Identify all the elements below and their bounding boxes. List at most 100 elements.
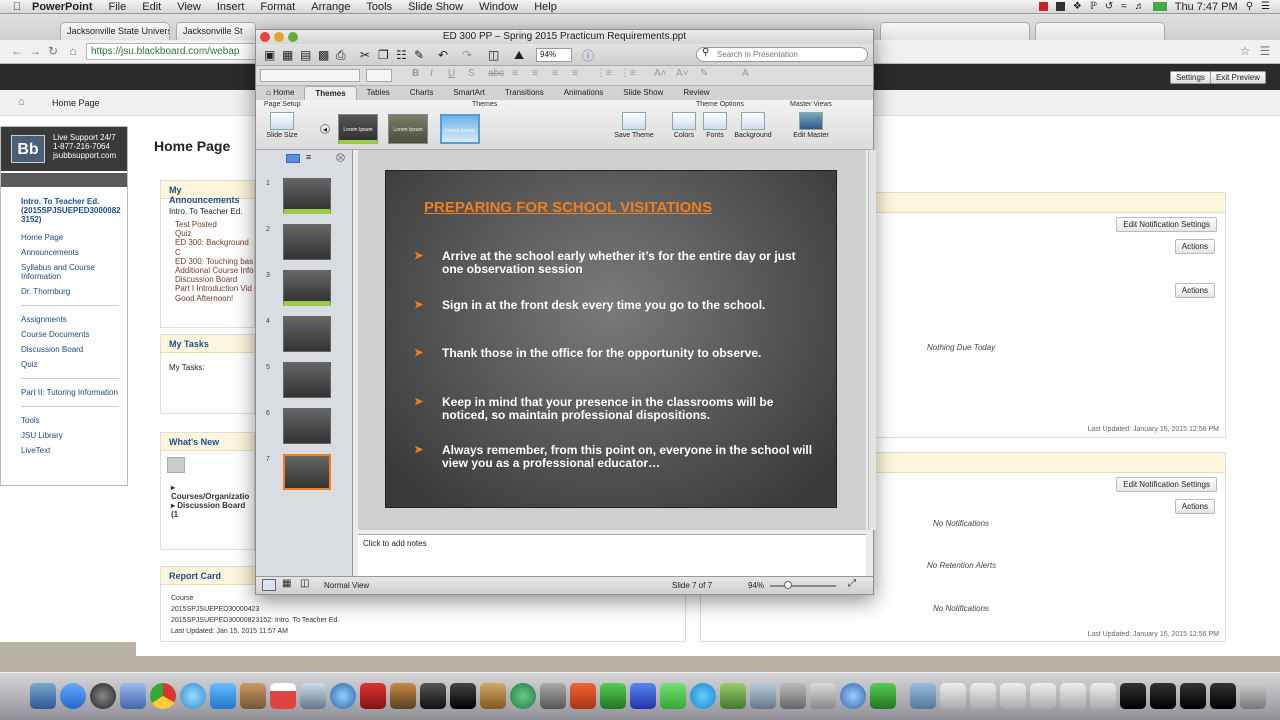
slide-bullet[interactable]: ➤ Arrive at the school early whether it’s… [414, 250, 814, 276]
close-window-icon[interactable] [260, 32, 270, 42]
cut-icon[interactable]: ✂ [360, 48, 370, 62]
app-icon[interactable] [870, 683, 896, 709]
bold-icon[interactable]: B [412, 68, 419, 79]
edit-notification-settings-button[interactable]: Edit Notification Settings [1116, 477, 1217, 492]
slideshow-icon[interactable]: ◫ [300, 578, 309, 589]
slide-thumbnail-3[interactable] [283, 270, 331, 306]
stack-icon[interactable] [970, 683, 996, 709]
slide-thumbnail-7[interactable] [283, 454, 331, 490]
menu-window[interactable]: Window [471, 0, 526, 14]
preview-icon[interactable] [120, 683, 146, 709]
stack-icon[interactable] [1060, 683, 1086, 709]
menu-file[interactable]: File [101, 0, 135, 14]
close-pane-icon[interactable]: ⨂ [336, 152, 345, 163]
powerpoint-icon[interactable] [570, 683, 596, 709]
redo-icon[interactable]: ↷ [462, 48, 472, 62]
highlight-icon[interactable]: ✎ [700, 68, 708, 79]
notes-pane[interactable]: Click to add notes [358, 534, 866, 576]
browser-menu-icon[interactable]: ☰ [1258, 44, 1272, 58]
align-left-icon[interactable]: ≡ [512, 68, 518, 79]
status-app-icon[interactable] [1038, 2, 1048, 11]
dropbox-icon[interactable]: ❖ [1073, 1, 1082, 12]
menu-insert[interactable]: Insert [209, 0, 253, 14]
home-icon[interactable]: ⌂ [18, 96, 25, 108]
menu-view[interactable]: View [169, 0, 209, 14]
background-button[interactable]: Background [732, 112, 774, 139]
wifi-icon[interactable]: ≈ [1121, 1, 1127, 12]
browser-tab[interactable] [1035, 22, 1165, 40]
support-line[interactable]: jsubbsupport.com [53, 151, 116, 160]
zoom-window-icon[interactable] [288, 32, 298, 42]
notification-center-icon[interactable]: ☰ [1261, 1, 1270, 12]
slide-thumbnail-5[interactable] [283, 362, 331, 398]
minimized-window-icon[interactable] [1150, 683, 1176, 709]
announcement-item[interactable]: Test Posted [161, 220, 254, 229]
print-icon[interactable]: ⎙ [336, 48, 346, 63]
tab-charts[interactable]: Charts [400, 86, 444, 100]
edit-master-button[interactable]: Edit Master [790, 112, 832, 139]
format-painter-icon[interactable]: ✎ [414, 48, 424, 62]
font-color-icon[interactable]: A [742, 68, 749, 79]
finder-icon[interactable] [30, 683, 56, 709]
slides-icon[interactable]: ◫ [488, 48, 499, 62]
app-icon[interactable] [750, 683, 776, 709]
app-icon[interactable] [810, 683, 836, 709]
forward-icon[interactable]: → [28, 44, 42, 58]
bookmark-star-icon[interactable]: ☆ [1238, 44, 1252, 58]
save-icon[interactable]: ▩ [318, 48, 329, 62]
save-theme-button[interactable]: Save Theme [612, 112, 656, 139]
applications-folder-icon[interactable] [910, 683, 936, 709]
nav-discussion-board[interactable]: Discussion Board [21, 342, 127, 357]
nav-syllabus[interactable]: Syllabus and Course Information [21, 263, 127, 281]
report-card-line[interactable]: 2015SPJSUEPED30000823152: Intro. To Teac… [171, 615, 339, 626]
spotlight-icon[interactable]: ⚲ [1246, 1, 1253, 12]
app-icon[interactable] [840, 683, 866, 709]
vertical-scrollbar[interactable] [868, 150, 876, 530]
menu-tools[interactable]: Tools [358, 0, 400, 14]
announcement-item[interactable]: Quiz [161, 229, 254, 238]
actions-button[interactable]: Actions [1174, 283, 1215, 298]
open-icon[interactable]: ▤ [300, 48, 311, 62]
itunes-icon[interactable] [330, 683, 356, 709]
outline-view-icon[interactable]: ≡ [306, 152, 311, 162]
announcement-item[interactable]: Discussion Board [161, 275, 254, 284]
shadow-icon[interactable]: S [468, 68, 475, 79]
scroll-themes-left-icon[interactable]: ◂ [320, 124, 330, 134]
announcement-item[interactable]: ED 300: Background C [161, 238, 254, 256]
nav-assignments[interactable]: Assignments [21, 312, 127, 327]
menu-edit[interactable]: Edit [134, 0, 169, 14]
underline-icon[interactable]: U [448, 68, 455, 79]
messenger-icon[interactable] [660, 683, 686, 709]
slide-bullet[interactable]: ➤ Always remember, from this point on, ev… [414, 444, 814, 470]
reload-icon[interactable]: ↻ [46, 44, 60, 58]
align-right-icon[interactable]: ≡ [552, 68, 558, 79]
url-field[interactable]: https://jsu.blackboard.com/webap [86, 43, 261, 60]
browser-tab[interactable]: Jacksonville State Univers [60, 22, 170, 40]
font-name-select[interactable] [260, 69, 360, 82]
normal-view-icon[interactable] [262, 579, 276, 591]
contacts-icon[interactable] [240, 683, 266, 709]
chrome-icon[interactable] [150, 683, 176, 709]
garageband-icon[interactable] [480, 683, 506, 709]
settings-button[interactable]: Settings [1170, 71, 1211, 84]
edit-notification-settings-button[interactable]: Edit Notification Settings [1116, 217, 1217, 232]
slide-bullet[interactable]: ➤ Keep in mind that your presence in the … [414, 396, 814, 422]
app-icon[interactable] [360, 683, 386, 709]
stack-icon[interactable] [1000, 683, 1026, 709]
tab-review[interactable]: Review [673, 86, 719, 100]
zoom-select[interactable]: 94% [536, 48, 572, 62]
slide-thumbnail-4[interactable] [283, 316, 331, 352]
photos-icon[interactable] [300, 683, 326, 709]
align-center-icon[interactable]: ≡ [532, 68, 538, 79]
trash-icon[interactable] [1240, 683, 1266, 709]
menu-arrange[interactable]: Arrange [303, 0, 358, 14]
time-machine-icon[interactable] [510, 683, 536, 709]
strikethrough-icon[interactable]: abc [488, 68, 504, 79]
fit-to-window-icon[interactable]: ⤢ [848, 578, 856, 589]
tab-tables[interactable]: Tables [357, 86, 400, 100]
launchpad-icon[interactable] [90, 683, 116, 709]
bluetooth-icon[interactable]: ℙ [1090, 1, 1097, 12]
app-menu[interactable]: PowerPoint [24, 1, 101, 13]
slide-size-button[interactable]: Slide Size [264, 112, 300, 139]
numbering-icon[interactable]: ⋮≡ [620, 68, 636, 79]
